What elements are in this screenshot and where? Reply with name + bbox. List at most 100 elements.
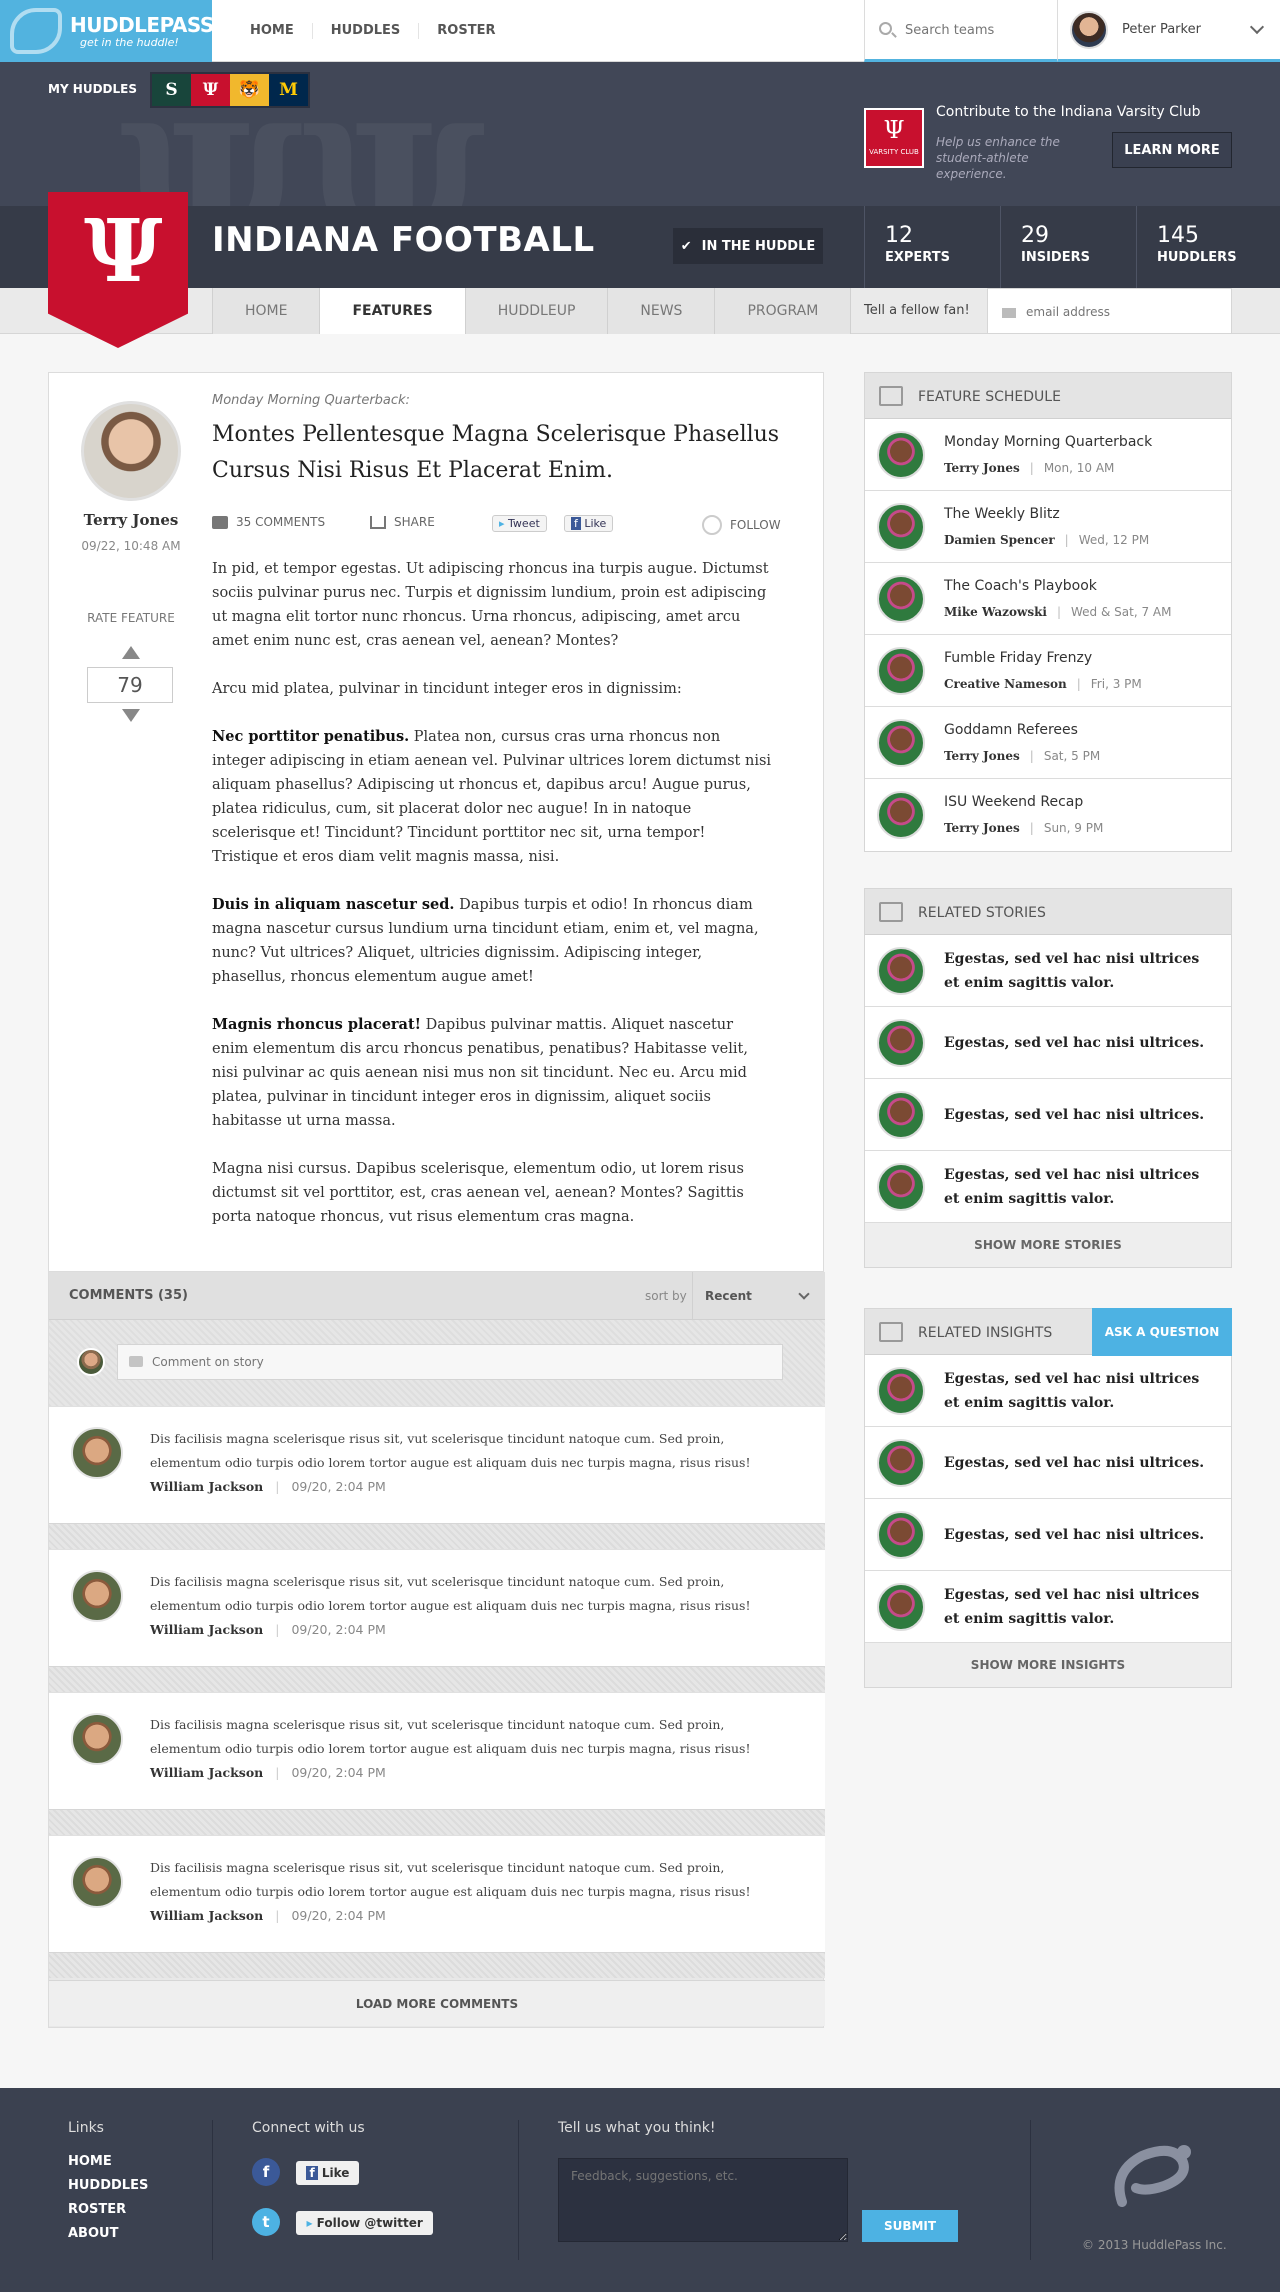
stat-experts[interactable]: 12 EXPERTS [864,206,1000,288]
calendar-icon [879,386,903,406]
avatar [877,503,925,551]
twitter-icon[interactable]: t [252,2208,280,2236]
schedule-item[interactable]: The Coach's Playbook Mike Wazowski | Wed & … [865,563,1231,635]
insight-item[interactable]: Egestas, sed vel hac nisi ultrices. [865,1427,1231,1499]
schedule-author: Terry Jones [944,461,1020,475]
footer-link-roster[interactable]: ROSTER [68,2202,148,2217]
ask-a-question-button[interactable]: ASK A QUESTION [1092,1308,1232,1356]
submit-button[interactable]: SUBMIT [862,2210,958,2242]
schedule-item[interactable]: ISU Weekend Recap Terry Jones | Sun, 9 PM [865,779,1231,851]
like-text: Like [584,517,607,530]
insight-item[interactable]: Egestas, sed vel hac nisi ultrices. [865,1499,1231,1571]
comment-author[interactable]: William Jackson [150,1908,263,1923]
tab-huddleup[interactable]: HUDDLEUP [465,288,609,334]
avatar [877,1583,925,1631]
sort-value: Recent [705,1289,752,1303]
learn-more-button[interactable]: LEARN MORE [1112,132,1232,168]
site-footer: Links HOME HUDDDLES ROSTER ABOUT Connect… [0,2088,1280,2292]
nav-huddles[interactable]: HUDDLES [313,23,420,39]
footer-link-huddles[interactable]: HUDDDLES [68,2178,148,2193]
commenter-avatar[interactable] [71,1427,123,1479]
stat-value: 12 [885,223,913,248]
search-input[interactable] [905,20,1045,40]
stat-huddlers[interactable]: 145 HUDDLERS [1136,206,1272,288]
nav-roster[interactable]: ROSTER [419,23,513,39]
panel-title: RELATED INSIGHTS [918,1325,1053,1341]
tab-program[interactable]: PROGRAM [715,288,852,334]
tab-features[interactable]: FEATURES [320,288,466,334]
comment-author[interactable]: William Jackson [150,1765,263,1780]
paragraph-text: Dapibus pulvinar mattis. Aliquet nascetu… [212,1017,748,1129]
search-box [864,0,1058,62]
schedule-item[interactable]: Fumble Friday Frenzy Creative Nameson | Fri… [865,635,1231,707]
stat-value: 145 [1157,223,1199,248]
huddle-indiana-icon[interactable]: Ψ [191,74,230,106]
schedule-title: Monday Morning Quarterback [944,434,1153,450]
tab-news[interactable]: NEWS [608,288,716,334]
share-button[interactable]: SHARE [370,515,435,529]
schedule-meta: Creative Nameson | Fri, 3 PM [944,677,1142,691]
comments-section: COMMENTS (35) sort by Recent Dis facilis… [48,1272,825,2028]
huddle-msu-icon[interactable]: S [152,74,191,106]
footer-link-about[interactable]: ABOUT [68,2226,148,2241]
comment-input[interactable] [117,1344,783,1380]
chevron-down-icon [798,1288,810,1300]
tell-fan-label: Tell a fellow fan! [864,303,970,318]
footer-link-list: HOME HUDDDLES ROSTER ABOUT [68,2154,148,2241]
stat-insiders[interactable]: 29 INSIDERS [1000,206,1136,288]
facebook-like-button[interactable]: f Like [564,515,614,532]
related-stories-panel: RELATED STORIES Egestas, sed vel hac nis… [864,888,1232,1268]
sort-select[interactable]: Recent [692,1272,824,1320]
tab-home[interactable]: HOME [213,288,321,334]
schedule-time: Sat, 5 PM [1043,749,1101,763]
commenter-avatar[interactable] [71,1713,123,1765]
feedback-field[interactable] [558,2158,848,2242]
story-item[interactable]: Egestas, sed vel hac nisi ultrices et en… [865,935,1231,1007]
story-item[interactable]: Egestas, sed vel hac nisi ultrices. [865,1007,1231,1079]
schedule-item[interactable]: Goddamn Referees Terry Jones | Sat, 5 PM [865,707,1231,779]
insight-item[interactable]: Egestas, sed vel hac nisi ultrices et en… [865,1355,1231,1427]
commenter-avatar[interactable] [71,1856,123,1908]
user-menu[interactable]: Peter Parker [1058,0,1280,62]
stat-label: EXPERTS [885,250,950,265]
load-more-comments-button[interactable]: LOAD MORE COMMENTS [49,1980,825,2026]
author-name[interactable]: Terry Jones [49,511,213,529]
brand-logo[interactable]: HUDDLEPASS get in the huddle! [0,0,214,62]
footer-link-home[interactable]: HOME [68,2154,148,2169]
facebook-icon[interactable]: f [252,2158,280,2186]
schedule-item[interactable]: The Weekly Blitz Damien Spencer | Wed, 12 P… [865,491,1231,563]
tweet-text: Tweet [508,517,540,530]
insight-item[interactable]: Egestas, sed vel hac nisi ultrices et en… [865,1571,1231,1643]
show-more-insights-button[interactable]: SHOW MORE INSIGHTS [865,1643,1231,1687]
in-the-huddle-button[interactable]: ✔ IN THE HUDDLE [673,228,823,264]
schedule-time: Wed, 12 PM [1078,533,1150,547]
story-title: Egestas, sed vel hac nisi ultrices. [944,1107,1205,1123]
story-item[interactable]: Egestas, sed vel hac nisi ultrices et en… [865,1151,1231,1223]
comments-link[interactable]: 35 COMMENTS [212,515,325,529]
huddle-michigan-icon[interactable]: M [269,74,308,106]
twitter-follow-button[interactable]: ▸ Follow @twitter [296,2211,433,2235]
huddle-missouri-icon[interactable]: 🐯 [230,74,269,106]
article-card: Terry Jones 09/22, 10:48 AM RATE FEATURE… [48,372,824,1272]
footer-heading: Connect with us [252,2120,365,2136]
email-field[interactable] [1026,302,1216,322]
facebook-like-button[interactable]: f Like [296,2161,360,2185]
comment-author[interactable]: William Jackson [150,1479,263,1494]
rating-value: 79 [87,667,173,703]
author-avatar[interactable] [81,401,181,501]
tweet-button[interactable]: ▸ Tweet [492,515,547,532]
follow-button[interactable]: FOLLOW [702,515,781,535]
story-item[interactable]: Egestas, sed vel hac nisi ultrices. [865,1079,1231,1151]
nav-home[interactable]: HOME [232,23,313,39]
upvote-arrow-icon[interactable] [122,646,140,659]
article-body: In pid, et tempor egestas. Ut adipiscing… [212,557,772,1253]
article-date: 09/22, 10:48 AM [81,539,181,553]
varsity-club-logo: Ψ VARSITY CLUB [864,108,924,168]
downvote-arrow-icon[interactable] [122,709,140,722]
insight-title: Egestas, sed vel hac nisi ultrices. [944,1527,1205,1543]
show-more-stories-button[interactable]: SHOW MORE STORIES [865,1223,1231,1267]
schedule-item[interactable]: Monday Morning Quarterback Terry Jones | Mo… [865,419,1231,491]
comment-author[interactable]: William Jackson [150,1622,263,1637]
top-navbar: HUDDLEPASS get in the huddle! HOME HUDDL… [0,0,1280,62]
commenter-avatar[interactable] [71,1570,123,1622]
